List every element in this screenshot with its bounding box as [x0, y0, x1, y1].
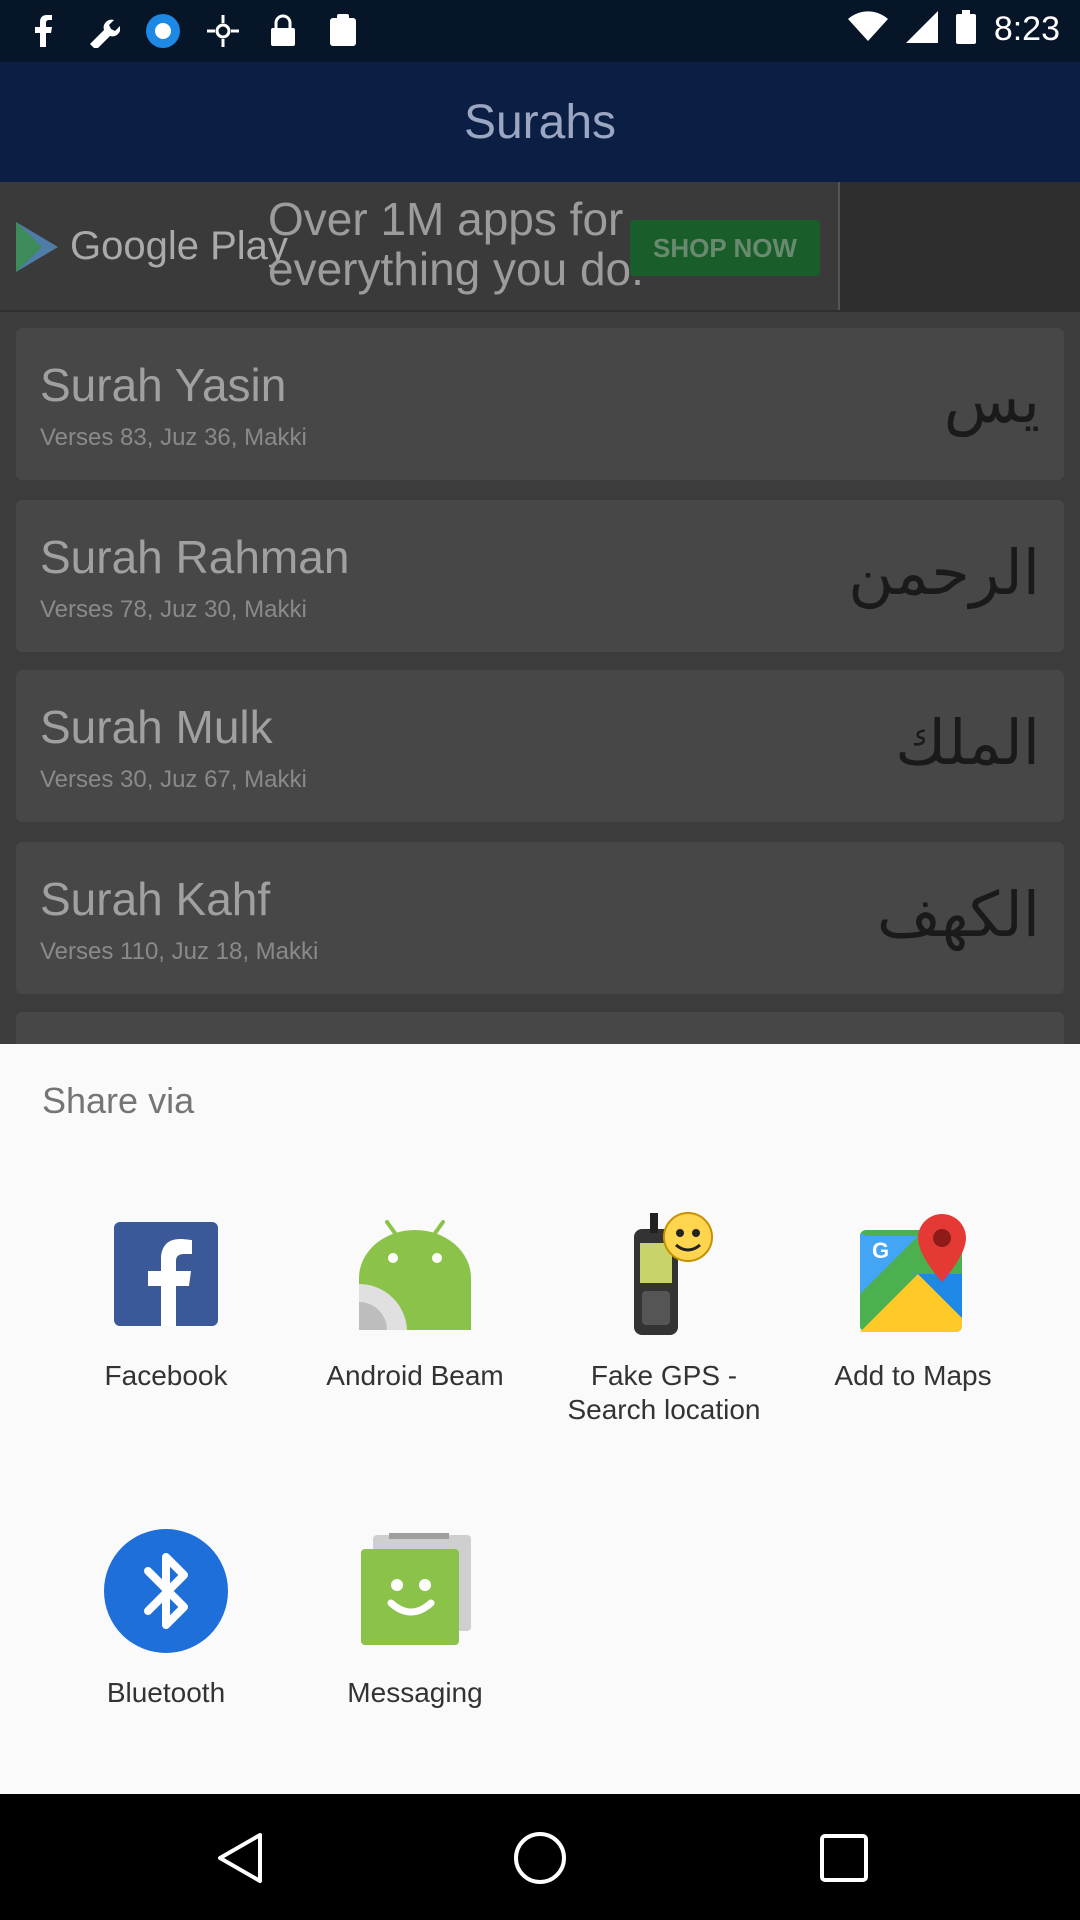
surah-meta: Verses 78, Juz 30, Makki: [40, 596, 307, 623]
surah-arabic: الملك: [895, 706, 1040, 779]
list-item[interactable]: Surah Mulk Verses 30, Juz 67, Makki المل…: [16, 670, 1064, 822]
wifi-icon: [847, 11, 888, 48]
fake-gps-icon: [599, 1209, 729, 1339]
clipboard-icon: [324, 12, 362, 50]
google-play-icon: [12, 220, 62, 279]
lock-icon: [264, 12, 302, 50]
surah-meta: Verses 83, Juz 36, Makki: [40, 424, 307, 451]
bluetooth-icon: [101, 1526, 231, 1656]
share-option-add-to-maps[interactable]: G Add to Maps: [788, 1209, 1038, 1393]
clock: 8:23: [993, 10, 1060, 48]
fake-gps-icon: [204, 12, 242, 50]
surah-meta: Verses 30, Juz 67, Makki: [40, 766, 307, 793]
facebook-icon: [101, 1209, 231, 1339]
share-option-label: Messaging: [347, 1677, 483, 1708]
share-option-label: Facebook: [104, 1360, 228, 1391]
app-icon: [144, 12, 182, 50]
page-title: Surahs: [463, 95, 617, 149]
list-item[interactable]: Surah Rahman Verses 78, Juz 30, Makki ال…: [16, 500, 1064, 652]
recents-icon[interactable]: [814, 1828, 874, 1888]
app-bar: Surahs: [0, 62, 1080, 182]
back-icon[interactable]: [210, 1828, 270, 1888]
svg-text:G: G: [872, 1238, 889, 1263]
share-option-label: Add to Maps: [834, 1360, 992, 1391]
share-sheet-title: Share via: [42, 1080, 195, 1121]
shop-now-button[interactable]: SHOP NOW: [630, 220, 820, 276]
surah-name: Surah Yasin: [40, 359, 287, 411]
list-item[interactable]: Surah Kahf Verses 110, Juz 18, Makki الك…: [16, 842, 1064, 994]
surah-arabic: الرحمن: [848, 536, 1040, 609]
share-option-label: Fake GPS - Search location: [567, 1360, 761, 1425]
surah-list: Surah Yasin Verses 83, Juz 36, Makki يس …: [0, 312, 1080, 1052]
surah-arabic: الكهف: [876, 878, 1040, 951]
share-option-label: Bluetooth: [106, 1677, 226, 1708]
facebook-icon: [24, 12, 62, 50]
surah-name: Surah Kahf: [40, 873, 271, 925]
signal-icon: [905, 11, 938, 48]
share-sheet: Share via Facebook Android Beam Fake GPS…: [0, 1044, 1080, 1794]
share-option-fake-gps[interactable]: Fake GPS - Search location: [539, 1209, 789, 1427]
home-icon[interactable]: [510, 1828, 570, 1888]
surah-name: Surah Mulk: [40, 701, 273, 753]
wrench-icon: [84, 12, 122, 50]
android-beam-icon: [350, 1209, 480, 1339]
share-option-label: Android Beam: [326, 1360, 504, 1391]
ad-content[interactable]: Google Play Over 1M apps for everything …: [0, 182, 840, 310]
ad-banner[interactable]: Google Play Over 1M apps for everything …: [0, 182, 1080, 314]
surah-arabic: يس: [943, 364, 1040, 437]
share-option-facebook[interactable]: Facebook: [41, 1209, 291, 1393]
share-option-messaging[interactable]: Messaging: [290, 1526, 540, 1710]
ad-text: Over 1M apps for everything you do.: [268, 193, 644, 295]
list-item[interactable]: Surah Yasin Verses 83, Juz 36, Makki يس: [16, 328, 1064, 480]
battery-icon: [955, 10, 976, 49]
messaging-icon: [350, 1526, 480, 1656]
status-bar: 8:23: [0, 0, 1080, 62]
maps-icon: G: [848, 1209, 978, 1339]
share-option-android-beam[interactable]: Android Beam: [290, 1209, 540, 1393]
ad-brand: Google Play: [70, 224, 288, 268]
surah-name: Surah Rahman: [40, 531, 350, 583]
surah-meta: Verses 110, Juz 18, Makki: [40, 938, 319, 965]
navigation-bar: [0, 1794, 1080, 1920]
share-option-bluetooth[interactable]: Bluetooth: [41, 1526, 291, 1710]
